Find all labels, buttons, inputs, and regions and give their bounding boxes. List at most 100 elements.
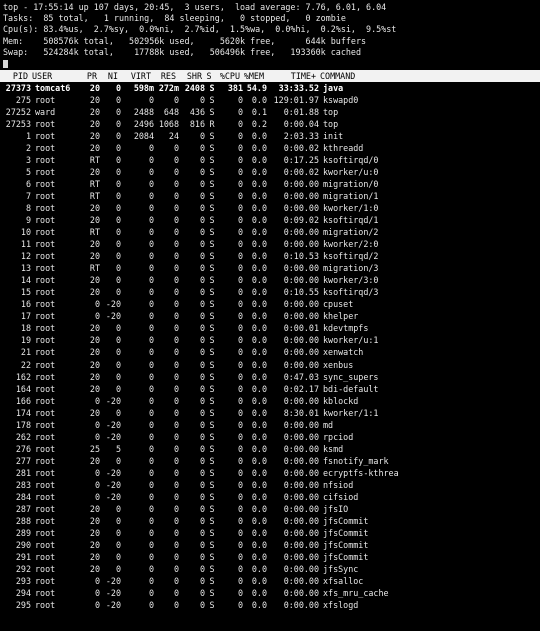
pid-cell: 11	[20, 239, 31, 250]
state-cell: S	[209, 191, 215, 202]
cpu-cell: 0	[237, 227, 243, 238]
mem-cell: 0.0	[251, 131, 267, 142]
column-header-virt: VIRT	[130, 71, 151, 82]
user-cell: root	[35, 539, 56, 550]
command-cell: java	[323, 83, 344, 94]
state-cell: S	[209, 395, 215, 406]
cpu-cell: 0	[237, 527, 243, 538]
command-prompt-line[interactable]	[3, 58, 537, 69]
user-cell: root	[35, 419, 56, 430]
priority-cell: 20	[89, 83, 100, 94]
cpu-cell: 0	[237, 443, 243, 454]
time-cell: 0:00.00	[283, 503, 319, 514]
pid-cell: 16	[20, 299, 31, 310]
process-row: 288 root 20 0 0 0 0 S 0 0.0 0:00.00 jfsCommit	[3, 515, 537, 527]
user-cell: root	[35, 563, 56, 574]
res-cell: 0	[173, 203, 179, 214]
state-cell: S	[209, 419, 215, 430]
pid-cell: 287	[15, 503, 31, 514]
command-cell: jfsCommit	[323, 551, 369, 562]
time-cell: 0:10.55	[283, 287, 319, 298]
command-cell: jfsCommit	[323, 539, 369, 550]
cpu-cell: 0	[237, 359, 243, 370]
pid-cell: 21	[20, 347, 31, 358]
time-cell: 0:00.00	[283, 599, 319, 610]
time-cell: 0:00.00	[283, 299, 319, 310]
state-cell: S	[209, 107, 215, 118]
user-cell: root	[35, 191, 56, 202]
command-cell: jfsSync	[323, 563, 359, 574]
process-row: 164 root 20 0 0 0 0 S 0 0.0 0:02.17 bdi-default	[3, 383, 537, 395]
command-cell: xenwatch	[323, 347, 364, 358]
mem-cell: 0.0	[251, 515, 267, 526]
user-cell: root	[35, 527, 56, 538]
pid-cell: 284	[15, 491, 31, 502]
res-cell: 0	[173, 455, 179, 466]
virt-cell: 0	[148, 599, 154, 610]
process-row: 8 root 20 0 0 0 0 S 0 0.0 0:00.00 kworker/1:0	[3, 202, 537, 214]
priority-cell: 20	[89, 287, 100, 298]
user-cell: root	[35, 119, 56, 130]
res-cell: 0	[173, 419, 179, 430]
mem-cell: 0.0	[251, 299, 267, 310]
user-cell: root	[35, 179, 56, 190]
command-cell: khelper	[323, 311, 359, 322]
command-cell: jfsIO	[323, 503, 349, 514]
cpu-cell: 0	[237, 407, 243, 418]
cpu-cell: 0	[237, 395, 243, 406]
virt-cell: 0	[148, 335, 154, 346]
mem-cell: 0.0	[251, 143, 267, 154]
mem-cell: 0.0	[251, 263, 267, 274]
cpu-cell: 0	[237, 491, 243, 502]
virt-cell: 0	[148, 503, 154, 514]
process-row: 19 root 20 0 0 0 0 S 0 0.0 0:00.00 kworker/u:1	[3, 334, 537, 346]
nice-cell: 0	[115, 263, 121, 274]
command-cell: kworker/1:0	[323, 203, 379, 214]
command-cell: ksoftirqd/1	[323, 215, 379, 226]
process-row: 21 root 20 0 0 0 0 S 0 0.0 0:00.00 xenwatch	[3, 346, 537, 358]
nice-cell: -20	[105, 311, 121, 322]
time-cell: 0:00.00	[283, 491, 319, 502]
priority-cell: 0	[94, 299, 100, 310]
virt-cell: 0	[148, 275, 154, 286]
command-cell: xfsalloc	[323, 575, 364, 586]
command-cell: ksoftirqd/0	[323, 155, 379, 166]
mem-cell: 0.0	[251, 395, 267, 406]
pid-cell: 1	[25, 131, 31, 142]
res-cell: 0	[173, 551, 179, 562]
priority-cell: 20	[89, 563, 100, 574]
pid-cell: 178	[15, 419, 31, 430]
virt-cell: 0	[148, 371, 154, 382]
state-cell: S	[209, 275, 215, 286]
state-cell: S	[209, 155, 215, 166]
time-cell: 0:00.00	[283, 479, 319, 490]
virt-cell: 0	[148, 347, 154, 358]
shr-cell: 0	[199, 215, 205, 226]
cpu-cell: 0	[237, 563, 243, 574]
shr-cell: 0	[199, 203, 205, 214]
time-cell: 0:00.00	[283, 179, 319, 190]
state-cell: S	[209, 203, 215, 214]
shr-cell: 0	[199, 287, 205, 298]
shr-cell: 0	[199, 155, 205, 166]
memory-summary-line: Mem: 508576k total, 502956k used, 5620k …	[3, 35, 367, 46]
process-row: 22 root 20 0 0 0 0 S 0 0.0 0:00.00 xenbus	[3, 359, 537, 371]
shr-cell: 0	[199, 455, 205, 466]
state-cell: S	[209, 287, 215, 298]
shr-cell: 0	[199, 251, 205, 262]
pid-cell: 164	[15, 383, 31, 394]
nice-cell: 0	[115, 191, 121, 202]
shr-cell: 0	[199, 335, 205, 346]
state-cell: S	[209, 467, 215, 478]
user-cell: root	[35, 155, 56, 166]
virt-cell: 0	[148, 575, 154, 586]
mem-cell: 0.0	[251, 455, 267, 466]
mem-cell: 0.0	[251, 491, 267, 502]
shr-cell: 816	[189, 119, 205, 130]
nice-cell: 0	[115, 455, 121, 466]
pid-cell: 295	[15, 599, 31, 610]
time-cell: 129:01.97	[273, 95, 319, 106]
user-cell: root	[35, 551, 56, 562]
res-cell: 1068	[158, 119, 179, 130]
terminal-window[interactable]: top - 17:55:14 up 107 days, 20:45, 3 use…	[0, 2, 540, 631]
